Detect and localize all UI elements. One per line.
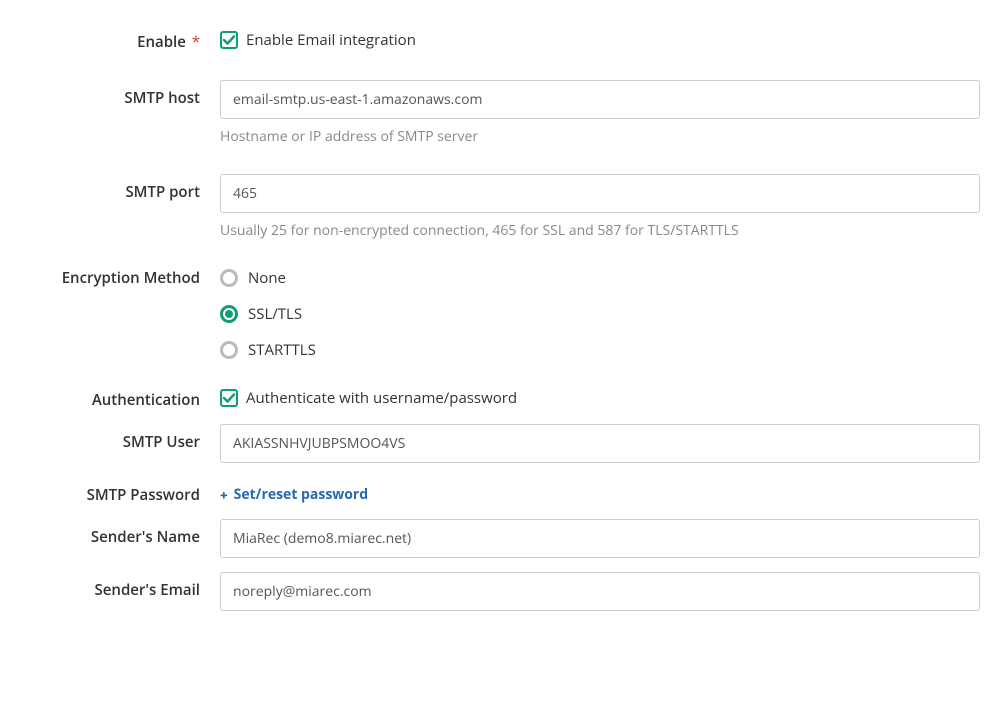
label-enable: Enable * xyxy=(20,30,220,52)
encryption-option-none[interactable]: None xyxy=(220,268,980,288)
label-smtp-port: SMTP port xyxy=(20,174,220,202)
radio-dot-icon xyxy=(225,310,233,318)
smtp-host-input[interactable] xyxy=(220,80,980,119)
label-sender-email: Sender's Email xyxy=(20,572,220,600)
checkbox-checked-icon xyxy=(220,389,238,407)
form-row-smtp-password: SMTP Password + Set/reset password xyxy=(20,477,983,505)
form-row-smtp-user: SMTP User xyxy=(20,424,983,463)
smtp-port-input[interactable] xyxy=(220,174,980,213)
label-authentication: Authentication xyxy=(20,388,220,410)
field-authentication: Authenticate with username/password xyxy=(220,388,980,408)
sender-name-input[interactable] xyxy=(220,519,980,558)
field-sender-name xyxy=(220,519,980,558)
form-row-smtp-port: SMTP port Usually 25 for non-encrypted c… xyxy=(20,174,983,240)
label-encryption: Encryption Method xyxy=(20,268,220,288)
field-sender-email xyxy=(220,572,980,611)
field-smtp-user xyxy=(220,424,980,463)
field-smtp-host: Hostname or IP address of SMTP server xyxy=(220,80,980,146)
field-smtp-password: + Set/reset password xyxy=(220,477,980,505)
label-smtp-user: SMTP User xyxy=(20,424,220,452)
authentication-checkbox-label: Authenticate with username/password xyxy=(246,388,517,408)
form-row-authentication: Authentication Authenticate with usernam… xyxy=(20,388,983,410)
radio-unchecked-icon xyxy=(220,341,238,359)
required-marker: * xyxy=(192,32,200,52)
smtp-host-help: Hostname or IP address of SMTP server xyxy=(220,127,980,146)
label-smtp-host: SMTP host xyxy=(20,80,220,108)
form-row-sender-email: Sender's Email xyxy=(20,572,983,611)
field-smtp-port: Usually 25 for non-encrypted connection,… xyxy=(220,174,980,240)
authentication-checkbox[interactable]: Authenticate with username/password xyxy=(220,388,980,408)
encryption-starttls-label: STARTTLS xyxy=(248,340,316,360)
encryption-radio-group: None SSL/TLS STARTTLS xyxy=(220,268,980,360)
set-reset-password-label: Set/reset password xyxy=(234,485,369,504)
plus-icon: + xyxy=(220,486,228,504)
encryption-option-starttls[interactable]: STARTTLS xyxy=(220,340,980,360)
encryption-none-label: None xyxy=(248,268,286,288)
checkbox-checked-icon xyxy=(220,31,238,49)
encryption-option-ssl[interactable]: SSL/TLS xyxy=(220,304,980,324)
field-encryption: None SSL/TLS STARTTLS xyxy=(220,268,980,360)
form-row-enable: Enable * Enable Email integration xyxy=(20,30,983,52)
sender-email-input[interactable] xyxy=(220,572,980,611)
label-sender-name: Sender's Name xyxy=(20,519,220,547)
encryption-ssl-label: SSL/TLS xyxy=(248,304,302,324)
radio-unchecked-icon xyxy=(220,269,238,287)
radio-checked-icon xyxy=(220,305,238,323)
label-smtp-password: SMTP Password xyxy=(20,477,220,505)
smtp-user-input[interactable] xyxy=(220,424,980,463)
label-text: Enable xyxy=(137,32,186,52)
field-enable: Enable Email integration xyxy=(220,30,980,50)
form-row-sender-name: Sender's Name xyxy=(20,519,983,558)
enable-checkbox[interactable]: Enable Email integration xyxy=(220,30,980,50)
set-reset-password-link[interactable]: + Set/reset password xyxy=(220,485,368,504)
form-row-smtp-host: SMTP host Hostname or IP address of SMTP… xyxy=(20,80,983,146)
enable-checkbox-label: Enable Email integration xyxy=(246,30,416,50)
smtp-port-help: Usually 25 for non-encrypted connection,… xyxy=(220,221,980,240)
form-row-encryption: Encryption Method None SSL/TLS STARTTLS xyxy=(20,268,983,360)
